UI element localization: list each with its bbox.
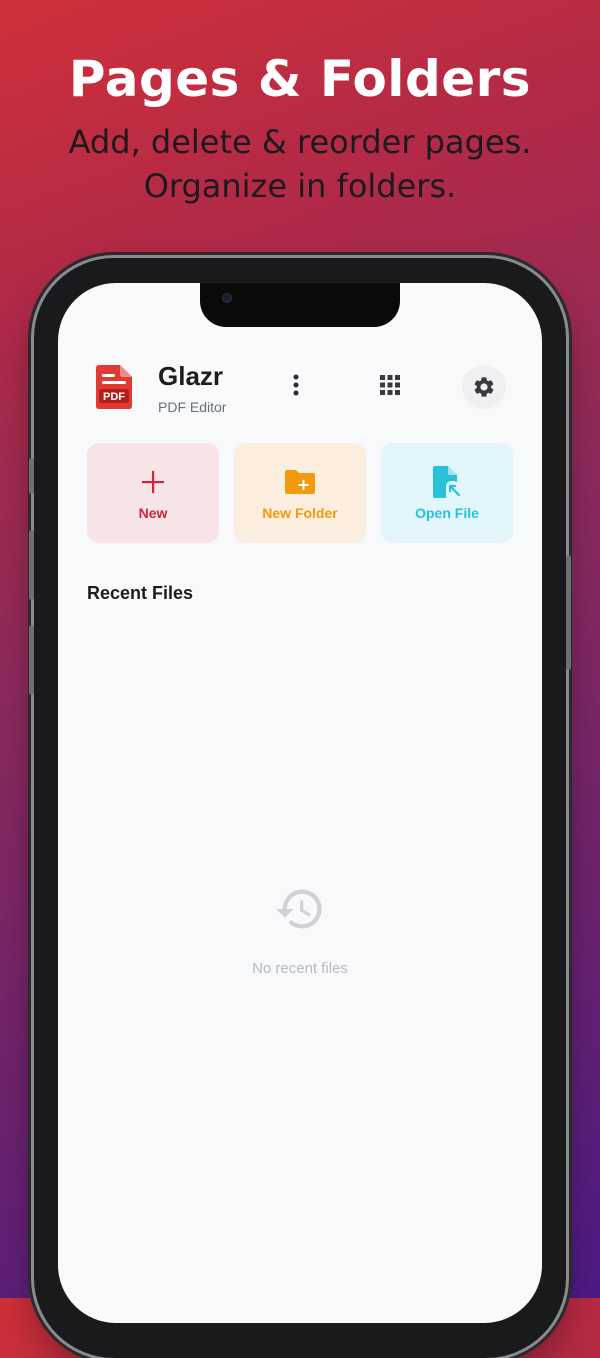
folder-add-icon bbox=[285, 465, 315, 499]
open-file-label: Open File bbox=[415, 505, 479, 521]
history-icon bbox=[274, 883, 326, 935]
phone-volume-up bbox=[29, 530, 34, 600]
settings-button[interactable] bbox=[462, 365, 506, 409]
plus-icon bbox=[142, 465, 164, 499]
pdf-logo-label: PDF bbox=[103, 391, 125, 403]
new-document-label: New bbox=[138, 505, 168, 521]
recent-files-heading: Recent Files bbox=[87, 583, 194, 603]
apps-grid-button[interactable] bbox=[376, 371, 404, 399]
open-file-button[interactable]: Open File bbox=[381, 443, 513, 543]
app-subtitle: PDF Editor bbox=[158, 399, 227, 415]
new-folder-label: New Folder bbox=[262, 505, 338, 521]
apps-grid-icon bbox=[380, 375, 400, 395]
front-camera bbox=[222, 293, 232, 303]
empty-state-text: No recent files bbox=[252, 960, 348, 977]
gear-icon bbox=[474, 377, 494, 397]
app-title: Glazr bbox=[158, 361, 224, 391]
new-folder-button[interactable]: New Folder bbox=[234, 443, 366, 543]
more-options-button[interactable] bbox=[282, 371, 310, 399]
more-vertical-icon bbox=[293, 374, 299, 396]
phone-mute-switch bbox=[29, 458, 34, 494]
phone-volume-down bbox=[29, 625, 34, 695]
new-document-button[interactable]: New bbox=[87, 443, 219, 543]
hero-subtitle: Add, delete & reorder pages. Organize in… bbox=[68, 123, 532, 205]
phone-power-button bbox=[566, 555, 571, 670]
app-screen: PDF Glazr PDF Editor New New Folder Open… bbox=[58, 283, 542, 1323]
file-open-icon bbox=[433, 465, 461, 499]
hero-title: Pages & Folders bbox=[68, 50, 532, 108]
phone-notch bbox=[200, 283, 400, 327]
pdf-logo-icon: PDF bbox=[96, 365, 132, 409]
